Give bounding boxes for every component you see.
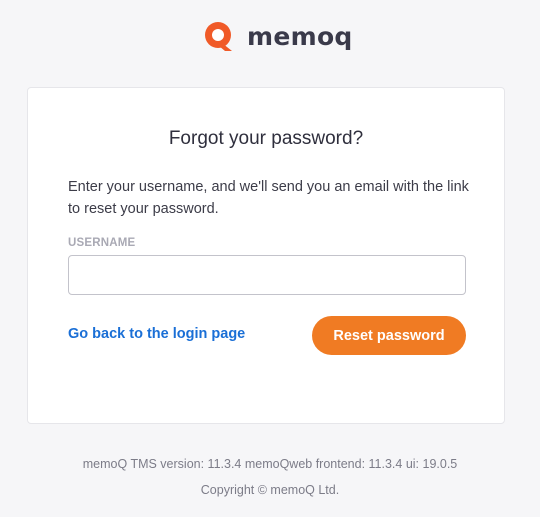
logo-wordmark: memoq	[247, 22, 353, 51]
forgot-password-card: Forgot your password? Enter your usernam…	[27, 87, 505, 424]
instructions-text: Enter your username, and we'll send you …	[68, 179, 469, 217]
back-to-login-link[interactable]: Go back to the login page	[68, 326, 245, 342]
username-label: USERNAME	[68, 237, 136, 249]
copyright-text: Copyright © memoQ Ltd.	[200, 483, 340, 497]
page-title: Forgot your password?	[168, 128, 364, 149]
reset-password-button[interactable]: Reset password	[312, 316, 466, 355]
memoq-logo: memoq	[203, 21, 353, 53]
memoq-logo-icon	[205, 22, 232, 51]
version-info: memoQ TMS version: 11.3.4 memoQweb front…	[82, 457, 458, 471]
username-input[interactable]	[68, 255, 466, 295]
